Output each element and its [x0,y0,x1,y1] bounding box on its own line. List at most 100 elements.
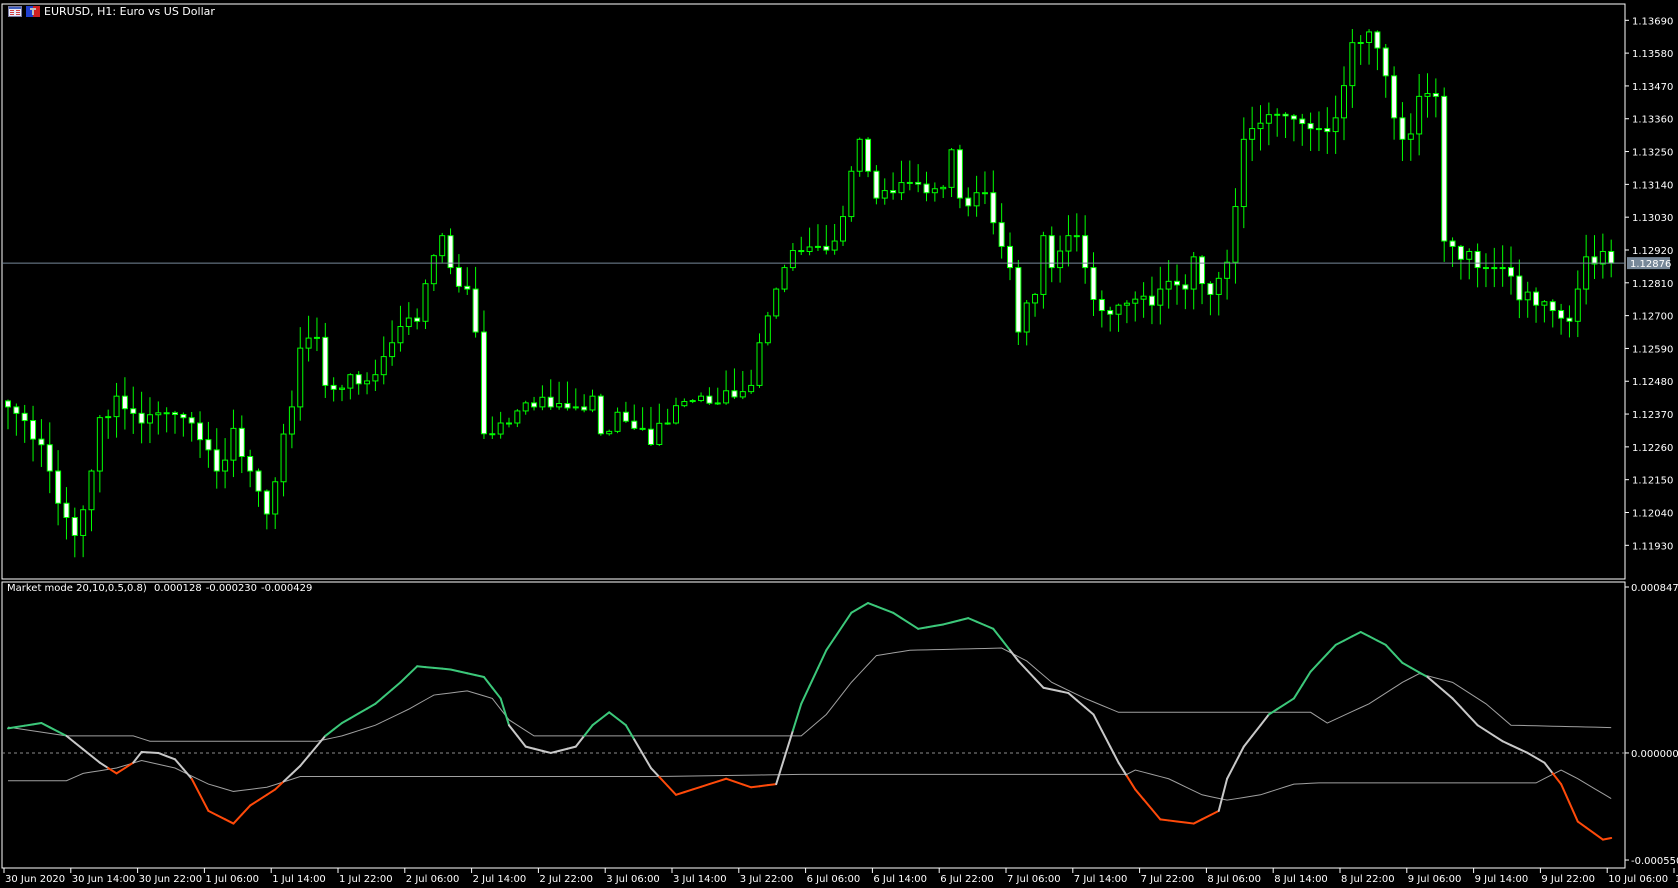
indicator-main-segment [633,738,644,755]
bearish-candle [455,267,462,287]
indicator-main-segment [1418,671,1429,679]
bearish-candle [1533,291,1540,306]
bullish-candle [1315,128,1322,131]
indicator-main-segment [658,775,669,787]
chart-canvas[interactable]: 1.13690 1.13580 1.13470 1.13360 1.13250 1.131… [0,0,1678,888]
indicator-main-segment [457,670,469,675]
bearish-candle [965,197,972,207]
indicator-main-segment [1125,775,1137,791]
time-tick-label: 3 Jul 22:00 [740,874,794,885]
indicator-main-segment [232,813,243,825]
bullish-candle [297,347,304,408]
bullish-candle [506,422,512,425]
indicator-upper-band [7,647,1612,742]
bullish-candle [539,396,546,408]
bearish-candle [873,170,880,199]
indicator-main-segment [115,767,126,775]
indicator-main-segment [1368,635,1379,642]
indicator-main-segment [1042,686,1053,691]
indicator-main-segment [416,665,427,669]
indicator-main-segment [474,674,485,679]
indicator-main-segment [1150,808,1162,821]
bullish-candle [689,400,696,403]
bullish-candle [305,337,312,349]
bullish-candle [698,395,705,402]
bearish-candle [1482,267,1489,270]
time-tick-label: 2 Jul 22:00 [539,874,593,885]
bearish-candle [205,439,212,451]
bearish-candle [63,502,70,519]
indicator-main-segment [566,745,577,750]
bullish-candle [280,433,287,483]
bearish-candle [1391,75,1398,119]
bearish-candle [1382,47,1389,77]
indicator-main-segment [883,608,895,614]
indicator-main-segment [1109,745,1120,764]
indicator-main-segment [1059,690,1070,695]
bullish-candle [723,390,730,404]
bearish-candle [55,470,62,504]
bearish-candle [706,395,713,404]
bearish-candle [355,374,362,385]
price-tick-label: 1.12150 [1632,476,1673,487]
indicator-tick-label: 0.000000 [1631,749,1678,760]
indicator-main-segment [1259,713,1270,727]
time-tick-label: 9 Jul 22:00 [1541,874,1595,885]
indicator-main-segment [407,665,419,676]
indicator-main-segment [441,667,452,671]
time-tick-label: 3 Jul 14:00 [673,874,727,885]
time-tick-label: 1 Jul 06:00 [205,874,259,885]
indicator-main-segment [800,684,811,705]
bearish-candle [1174,280,1180,286]
price-tick-label: 1.11930 [1632,541,1673,552]
indicator-main-segment [1017,659,1028,671]
bullish-candle [288,406,295,435]
bullish-candle [439,235,446,257]
bullish-candle [1215,277,1222,295]
bullish-candle [1224,261,1231,279]
bullish-candle [881,190,888,199]
bearish-candle [1015,267,1022,333]
bearish-candle [823,245,830,251]
indicator-main-segment [482,676,494,689]
bullish-candle [806,246,813,252]
indicator-main-segment [224,818,235,825]
bullish-candle [1157,288,1164,306]
price-tick-label: 1.13690 [1632,16,1673,27]
bullish-candle [1574,288,1581,322]
indicator-main-segment [73,741,85,751]
indicator-main-segment [65,734,76,744]
indicator-main-segment [1459,706,1471,718]
bullish-candle [514,410,521,424]
indicator-main-segment [808,667,819,687]
indicator-main-segment [32,722,43,726]
bearish-candle [631,420,638,429]
bearish-candle [480,331,487,435]
indicator-main-segment [691,785,703,791]
price-tick-label: 1.12700 [1632,312,1673,323]
price-tick-label: 1.13140 [1632,180,1673,191]
indicator-main-segment [908,622,920,630]
indicator-main-segment [374,695,385,705]
indicator-main-segment [1301,670,1312,687]
bullish-candle [1424,93,1431,97]
indicator-main-segment [683,788,694,794]
price-tick-label: 1.13360 [1632,115,1673,126]
indicator-main-segment [733,780,744,786]
time-tick-label: 6 Jul 22:00 [940,874,994,885]
indicator-lines [2,602,1625,841]
bullish-candle [1065,235,1072,252]
bearish-candle [731,390,738,398]
bearish-candle [1007,245,1013,269]
indicator-main-segment [558,747,569,752]
indicator-main-segment [975,620,986,627]
bullish-candle [364,380,371,385]
indicator-main-segment [750,785,761,789]
indicator-main-segment [1585,826,1596,835]
price-tick-label: 1.13470 [1632,82,1673,93]
bearish-candle [923,183,930,194]
bullish-candle [88,470,95,511]
indicator-main-segment [349,712,360,720]
indicator-main-segment [1351,630,1362,638]
indicator-main-segment [249,799,260,807]
